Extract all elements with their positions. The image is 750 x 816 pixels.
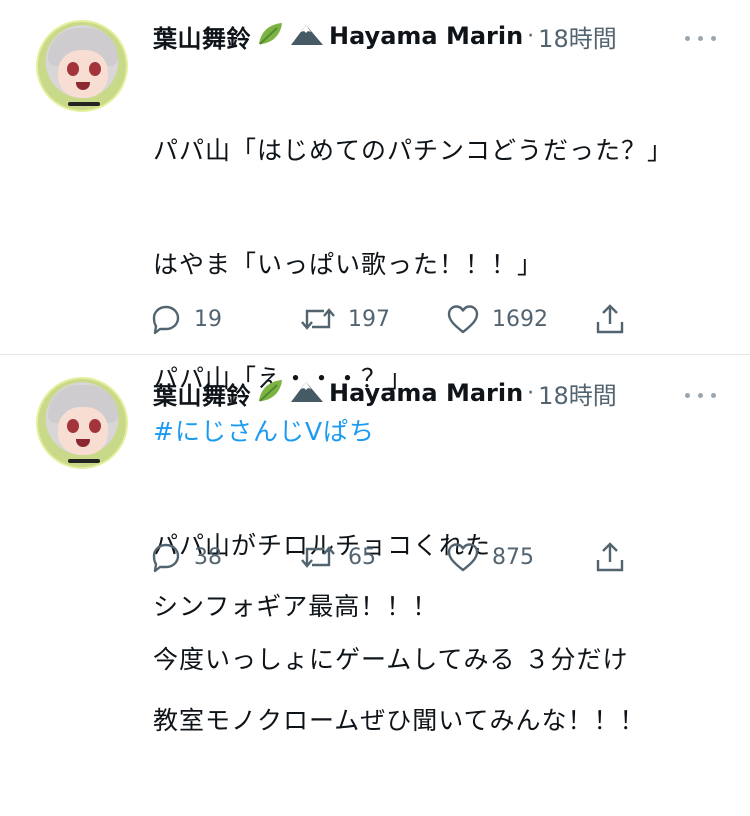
tweet-time[interactable]: 18時間 bbox=[538, 376, 617, 411]
tweet-1[interactable]: 葉山舞鈴 Hayama Marin · 18時間 パパ山「はじめてのパチンコどう… bbox=[0, 0, 750, 735]
heart-icon bbox=[446, 541, 480, 573]
avatar[interactable] bbox=[36, 377, 128, 469]
reply-count: 38 bbox=[194, 544, 222, 570]
mountain-icon bbox=[289, 21, 325, 51]
more-options-icon[interactable] bbox=[683, 385, 719, 405]
share-icon bbox=[594, 540, 626, 574]
heart-icon bbox=[446, 303, 480, 335]
share-button[interactable] bbox=[594, 299, 626, 339]
separator-dot: · bbox=[527, 380, 535, 406]
tweet-2[interactable]: 葉山舞鈴 Hayama Marin · 18時間 #にじさんじVぱち パパ山がチ… bbox=[0, 355, 750, 674]
tweet-text: パパ山がチロルチョコくれた 今度いっしょにゲームしてみる ３分だけ bbox=[153, 451, 628, 755]
like-count: 875 bbox=[492, 544, 534, 570]
leaf-icon bbox=[255, 20, 285, 52]
mountain-icon bbox=[289, 378, 325, 408]
tweet-header: 葉山舞鈴 Hayama Marin · 18時間 bbox=[153, 375, 617, 411]
reply-button[interactable]: 38 bbox=[150, 537, 222, 577]
avatar[interactable] bbox=[36, 20, 128, 112]
account-name[interactable]: Hayama Marin bbox=[329, 379, 523, 407]
reply-button[interactable]: 19 bbox=[150, 299, 222, 339]
retweet-icon bbox=[300, 303, 336, 335]
tweet-line: はやま「いっぱい歌った！！！」 bbox=[153, 250, 544, 279]
share-icon bbox=[594, 302, 626, 336]
retweet-icon bbox=[300, 541, 336, 573]
display-name[interactable]: 葉山舞鈴 bbox=[153, 376, 251, 411]
action-bar: 38 65 875 bbox=[150, 537, 630, 577]
like-button[interactable]: 875 bbox=[446, 537, 534, 577]
like-count: 1692 bbox=[492, 306, 548, 332]
tweet-line: パパ山「はじめてのパチンコどうだった？」 bbox=[153, 136, 674, 165]
hashtag-link[interactable]: #にじさんじVぱち bbox=[153, 413, 375, 451]
account-name[interactable]: Hayama Marin bbox=[329, 22, 523, 50]
more-options-icon[interactable] bbox=[683, 28, 719, 48]
tweet-time[interactable]: 18時間 bbox=[538, 19, 617, 54]
retweet-button[interactable]: 197 bbox=[300, 299, 390, 339]
retweet-count: 65 bbox=[348, 544, 376, 570]
leaf-icon bbox=[255, 377, 285, 409]
separator-dot: · bbox=[527, 23, 535, 49]
action-bar: 19 197 1692 bbox=[150, 299, 630, 339]
retweet-button[interactable]: 65 bbox=[300, 537, 376, 577]
reply-icon bbox=[150, 541, 182, 573]
like-button[interactable]: 1692 bbox=[446, 299, 548, 339]
tweet-header: 葉山舞鈴 Hayama Marin · 18時間 bbox=[153, 18, 617, 54]
retweet-count: 197 bbox=[348, 306, 390, 332]
share-button[interactable] bbox=[594, 537, 626, 577]
display-name[interactable]: 葉山舞鈴 bbox=[153, 19, 251, 54]
reply-icon bbox=[150, 303, 182, 335]
reply-count: 19 bbox=[194, 306, 222, 332]
tweet-line: 今度いっしょにゲームしてみる ３分だけ bbox=[153, 645, 629, 674]
